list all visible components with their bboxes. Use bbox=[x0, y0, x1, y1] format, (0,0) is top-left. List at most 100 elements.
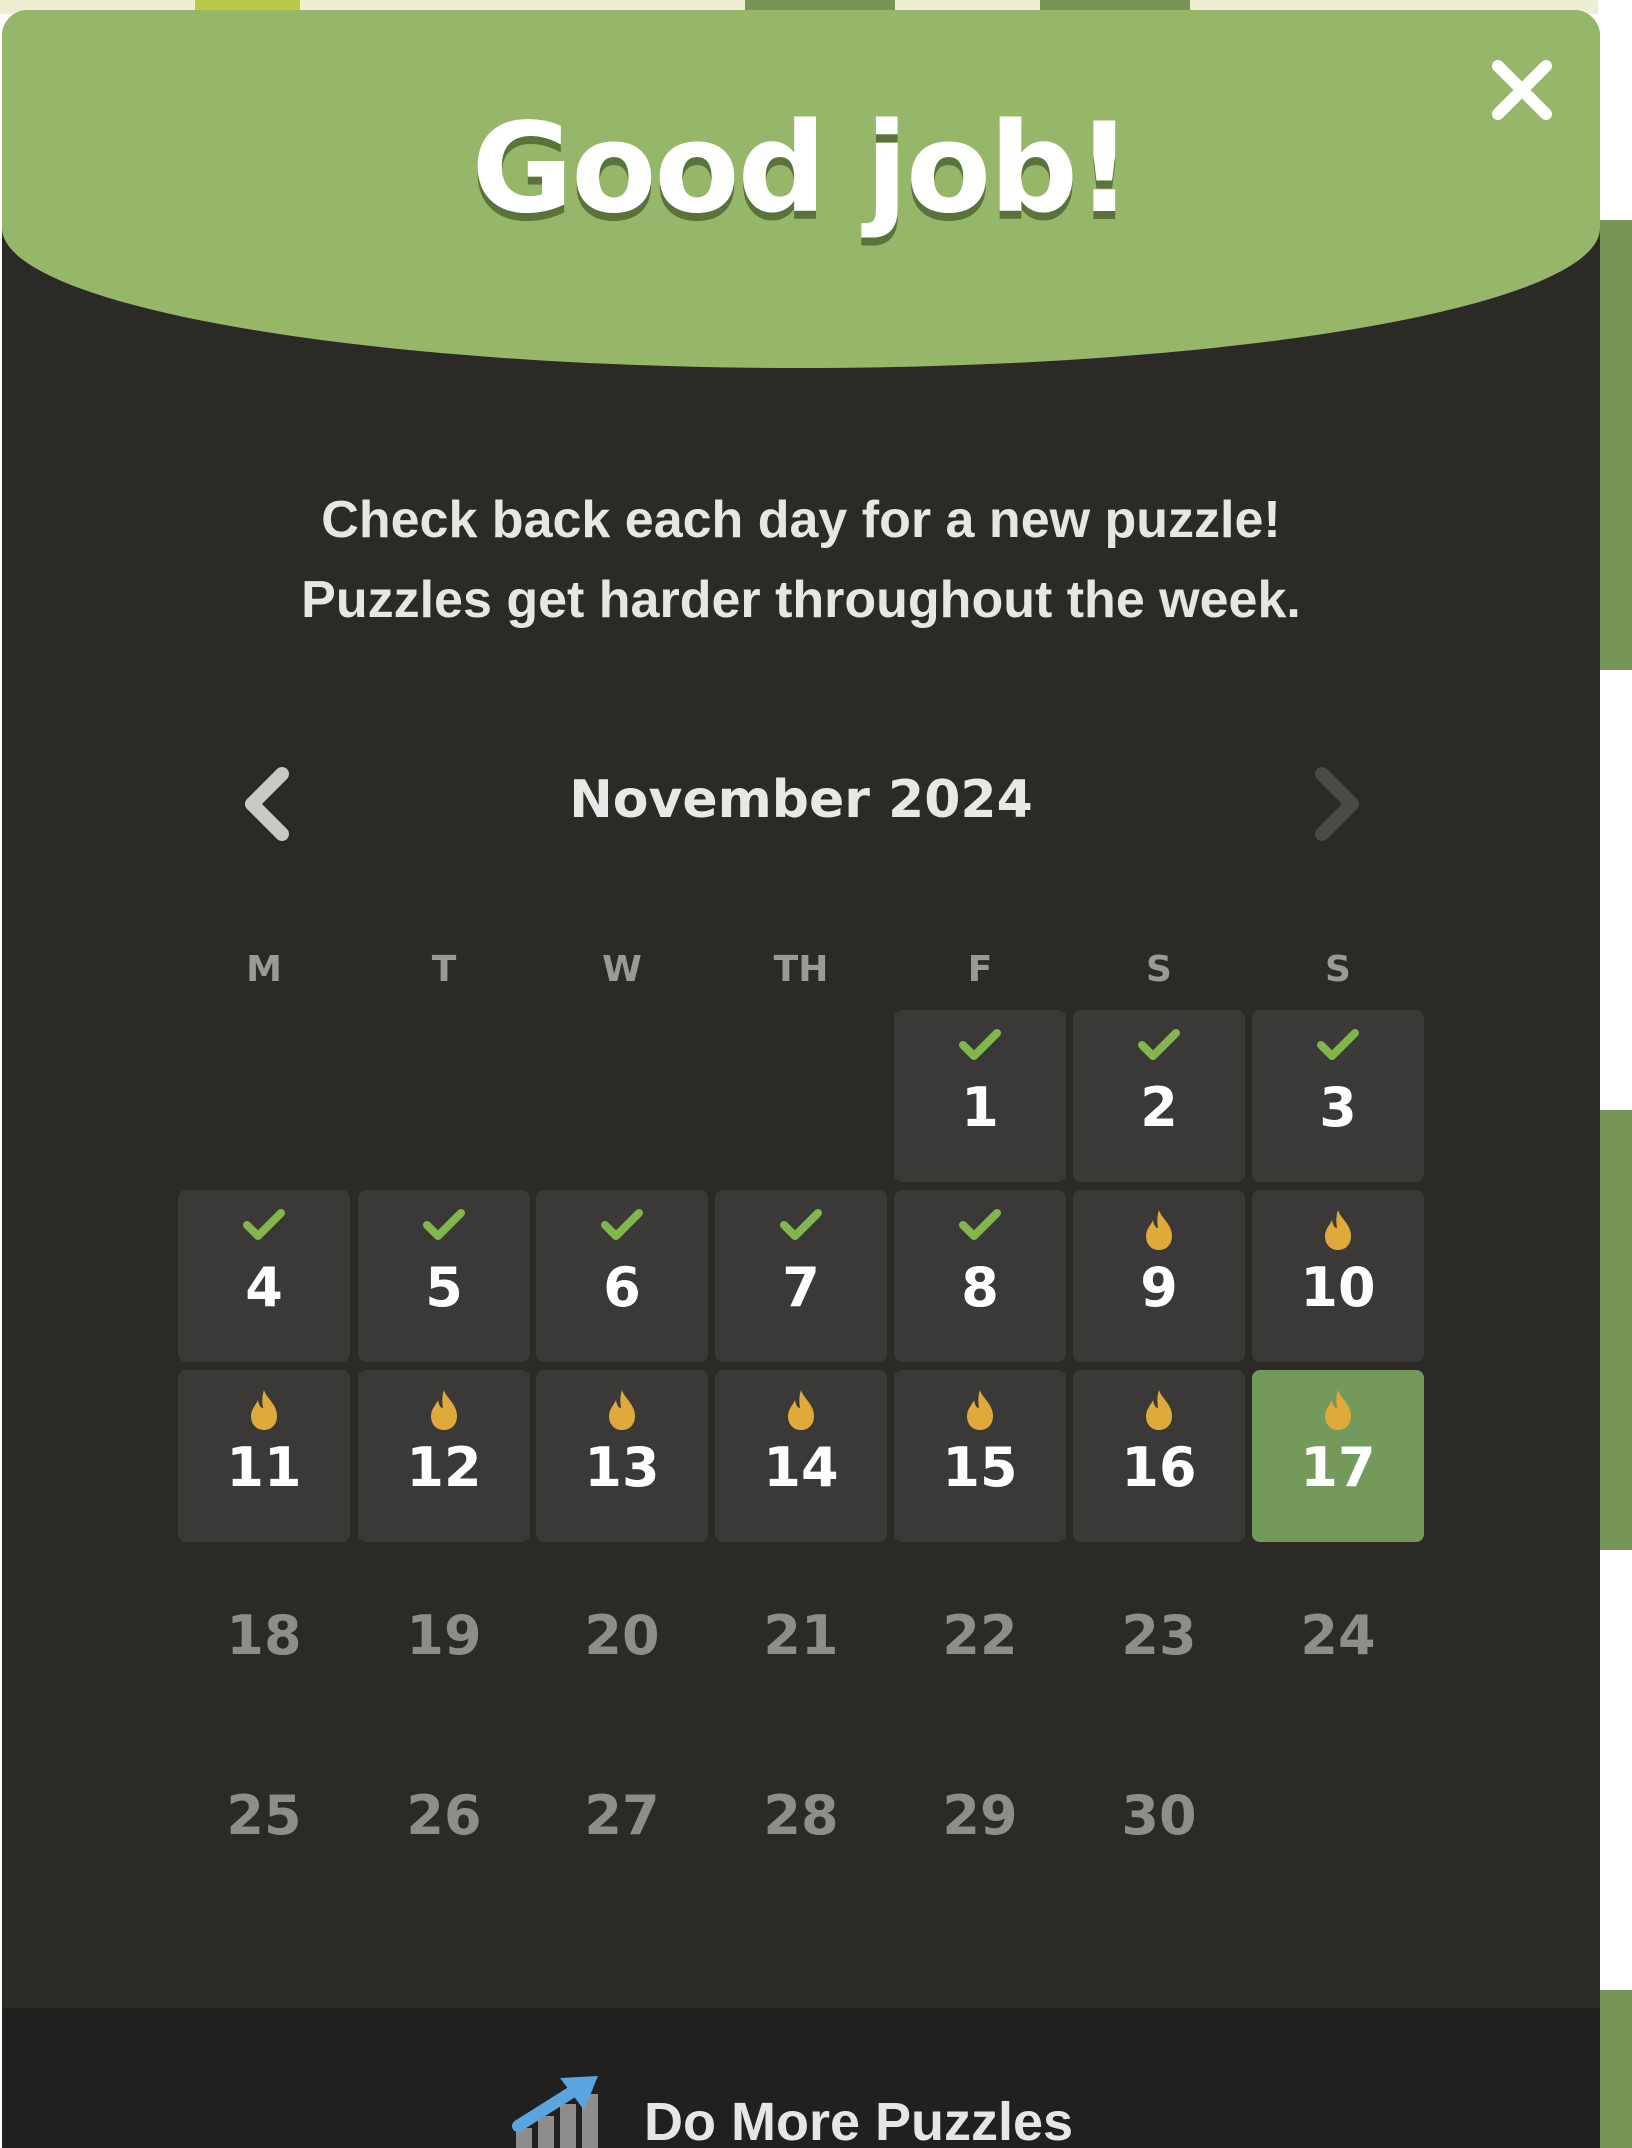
day-number: 18 bbox=[226, 1604, 302, 1667]
calendar-day: 18 bbox=[178, 1550, 350, 1722]
chevron-right-icon bbox=[1315, 767, 1359, 841]
subtitle-line-1: Check back each day for a new puzzle! bbox=[321, 491, 1281, 549]
calendar-day[interactable]: 7 bbox=[715, 1190, 887, 1362]
close-button[interactable] bbox=[1482, 50, 1562, 130]
day-number: 12 bbox=[406, 1436, 482, 1499]
calendar-day[interactable]: 10 bbox=[1252, 1190, 1424, 1362]
day-number: 19 bbox=[406, 1604, 482, 1667]
calendar-day-today[interactable]: 17 bbox=[1252, 1370, 1424, 1542]
calendar-day[interactable]: 16 bbox=[1073, 1370, 1245, 1542]
day-number: 10 bbox=[1300, 1256, 1376, 1319]
checkmark-icon bbox=[1252, 1028, 1424, 1072]
day-number: 3 bbox=[1319, 1076, 1357, 1139]
checkmark-icon bbox=[1073, 1028, 1245, 1072]
calendar-day[interactable]: 3 bbox=[1252, 1010, 1424, 1182]
puzzle-complete-modal: Good job! Check back each day for a new … bbox=[2, 10, 1600, 2148]
day-number: 28 bbox=[763, 1784, 839, 1847]
day-number: 27 bbox=[584, 1784, 660, 1847]
calendar-day: 21 bbox=[715, 1550, 887, 1722]
flame-icon bbox=[1073, 1208, 1245, 1252]
calendar-day[interactable]: 4 bbox=[178, 1190, 350, 1362]
day-number: 23 bbox=[1121, 1604, 1197, 1667]
calendar-day[interactable]: 6 bbox=[536, 1190, 708, 1362]
chart-arrow-icon bbox=[512, 2076, 598, 2148]
weekday-label: T bbox=[431, 949, 457, 990]
day-number: 15 bbox=[942, 1436, 1018, 1499]
day-number: 30 bbox=[1121, 1784, 1197, 1847]
next-month-button[interactable] bbox=[1302, 766, 1372, 842]
calendar-day[interactable]: 9 bbox=[1073, 1190, 1245, 1362]
flame-icon bbox=[1252, 1388, 1424, 1432]
day-number: 1 bbox=[961, 1076, 999, 1139]
flame-icon bbox=[715, 1388, 887, 1432]
day-number: 20 bbox=[584, 1604, 660, 1667]
day-number: 4 bbox=[245, 1256, 283, 1319]
weekday-label: W bbox=[602, 949, 642, 990]
checkmark-icon bbox=[178, 1208, 350, 1252]
day-number: 25 bbox=[226, 1784, 302, 1847]
day-number: 9 bbox=[1140, 1256, 1178, 1319]
calendar-day: 29 bbox=[894, 1730, 1066, 1902]
subtitle-line-2: Puzzles get harder throughout the week. bbox=[301, 571, 1301, 629]
flame-icon bbox=[1252, 1208, 1424, 1252]
flame-icon bbox=[178, 1388, 350, 1432]
do-more-puzzles-button[interactable]: Do More Puzzles bbox=[512, 2070, 1112, 2148]
calendar-day: 24 bbox=[1252, 1550, 1424, 1722]
calendar-day[interactable]: 11 bbox=[178, 1370, 350, 1542]
day-number: 13 bbox=[584, 1436, 660, 1499]
calendar-day: 27 bbox=[536, 1730, 708, 1902]
weekday-label: F bbox=[967, 949, 993, 990]
flame-icon bbox=[1073, 1388, 1245, 1432]
calendar-day[interactable]: 8 bbox=[894, 1190, 1066, 1362]
weekday-label: S bbox=[1146, 949, 1172, 990]
calendar-day: 25 bbox=[178, 1730, 350, 1902]
day-number: 5 bbox=[425, 1256, 463, 1319]
day-number: 21 bbox=[763, 1604, 839, 1667]
checkmark-icon bbox=[715, 1208, 887, 1252]
modal-footer: Do More Puzzles bbox=[2, 2008, 1600, 2148]
calendar-day: 30 bbox=[1073, 1730, 1245, 1902]
flame-icon bbox=[536, 1388, 708, 1432]
checkmark-icon bbox=[536, 1208, 708, 1252]
calendar-day[interactable]: 1 bbox=[894, 1010, 1066, 1182]
close-icon bbox=[1492, 60, 1552, 120]
weekday-label: TH bbox=[773, 949, 829, 990]
weekday-label: S bbox=[1325, 949, 1351, 990]
checkmark-icon bbox=[894, 1208, 1066, 1252]
do-more-puzzles-label: Do More Puzzles bbox=[644, 2092, 1074, 2148]
checkmark-icon bbox=[894, 1028, 1066, 1072]
day-number: 29 bbox=[942, 1784, 1018, 1847]
calendar-day: 26 bbox=[358, 1730, 530, 1902]
calendar-day[interactable]: 2 bbox=[1073, 1010, 1245, 1182]
day-number: 24 bbox=[1300, 1604, 1376, 1667]
calendar-day: 23 bbox=[1073, 1550, 1245, 1722]
day-number: 26 bbox=[406, 1784, 482, 1847]
calendar-day: 20 bbox=[536, 1550, 708, 1722]
day-number: 6 bbox=[603, 1256, 641, 1319]
day-number: 11 bbox=[226, 1436, 302, 1499]
calendar-day: 22 bbox=[894, 1550, 1066, 1722]
calendar-day[interactable]: 5 bbox=[358, 1190, 530, 1362]
day-number: 17 bbox=[1300, 1436, 1376, 1499]
day-number: 14 bbox=[763, 1436, 839, 1499]
flame-icon bbox=[358, 1388, 530, 1432]
day-number: 16 bbox=[1121, 1436, 1197, 1499]
day-number: 7 bbox=[782, 1256, 820, 1319]
calendar-day[interactable]: 12 bbox=[358, 1370, 530, 1542]
calendar-day[interactable]: 13 bbox=[536, 1370, 708, 1542]
month-navigation: November 2024 bbox=[2, 750, 1600, 850]
day-number: 8 bbox=[961, 1256, 999, 1319]
flame-icon bbox=[894, 1388, 1066, 1432]
background-square bbox=[1598, 1990, 1632, 2148]
calendar-day[interactable]: 15 bbox=[894, 1370, 1066, 1542]
checkmark-icon bbox=[358, 1208, 530, 1252]
calendar-day: 19 bbox=[358, 1550, 530, 1722]
background-square bbox=[1598, 220, 1632, 670]
day-number: 22 bbox=[942, 1604, 1018, 1667]
calendar-day: 28 bbox=[715, 1730, 887, 1902]
background-square bbox=[1598, 1110, 1632, 1550]
modal-title: Good job! bbox=[471, 97, 1132, 241]
day-number: 2 bbox=[1140, 1076, 1178, 1139]
weekday-label: M bbox=[246, 949, 282, 990]
calendar-day[interactable]: 14 bbox=[715, 1370, 887, 1542]
